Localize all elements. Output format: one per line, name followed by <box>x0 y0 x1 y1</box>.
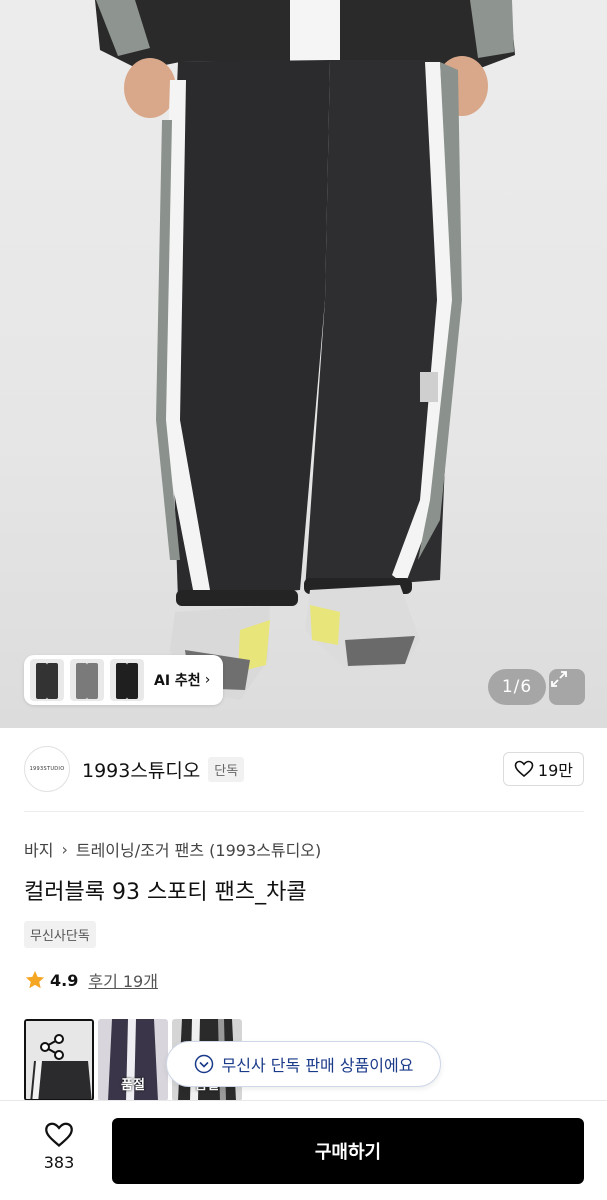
buy-button[interactable]: 구매하기 <box>112 1118 584 1184</box>
chevron-down-icon <box>194 1054 213 1074</box>
toast-text: 무신사 단독 판매 상품이에요 <box>221 1056 414 1075</box>
share-icon <box>40 1034 64 1060</box>
recommend-thumb[interactable] <box>30 659 64 701</box>
rating-row: 4.9 후기 19개 <box>24 968 158 992</box>
product-hero-image[interactable]: AI 추천 › 1/6 <box>0 0 607 728</box>
brand-logo[interactable]: 1993STUDIO <box>24 746 70 792</box>
review-link[interactable]: 후기 19개 <box>88 968 158 992</box>
ai-recommend-label: AI 추천 <box>154 673 201 689</box>
image-counter: 1/6 <box>488 669 546 705</box>
recommend-thumb[interactable] <box>110 659 144 701</box>
brand-like-count: 19만 <box>537 761 573 780</box>
brand-like-button[interactable]: 19만 <box>502 752 584 786</box>
ai-recommend-chip[interactable]: AI 추천 › <box>24 655 223 705</box>
option-label: 품절 <box>121 1078 145 1093</box>
share-button[interactable] <box>32 1027 72 1067</box>
breadcrumb: 바지 › 트레이닝/조거 팬츠 (1993스튜디오) <box>24 837 321 861</box>
divider <box>24 811 584 812</box>
product-title: 컬러블록 93 스포티 팬츠_차콜 <box>24 880 307 905</box>
exclusive-toast[interactable]: 무신사 단독 판매 상품이에요 <box>166 1041 441 1087</box>
exclusive-badge: 무신사단독 <box>24 921 96 948</box>
chevron-right-icon: › <box>61 839 68 859</box>
wishlist-count: 383 <box>43 1153 75 1172</box>
rating-value: 4.9 <box>50 970 79 990</box>
expand-button[interactable] <box>549 669 585 705</box>
brand-name[interactable]: 1993스튜디오 <box>82 756 200 783</box>
brand-exclusive-tag: 단독 <box>208 756 245 782</box>
heart-icon <box>45 1122 73 1147</box>
bottom-action-bar: 383 구매하기 <box>0 1100 607 1200</box>
wishlist-button[interactable]: 383 <box>24 1121 94 1172</box>
breadcrumb-item[interactable]: 바지 <box>24 837 53 861</box>
heart-icon <box>514 760 534 778</box>
brand-row: 1993STUDIO 1993스튜디오 단독 19만 <box>24 745 584 793</box>
recommend-thumb[interactable] <box>70 659 104 701</box>
product-photo <box>95 0 515 700</box>
expand-icon <box>551 671 567 687</box>
chevron-right-icon: › <box>204 672 211 688</box>
option-thumb[interactable]: 품절 <box>98 1019 168 1101</box>
star-icon <box>25 970 45 989</box>
breadcrumb-item[interactable]: 트레이닝/조거 팬츠 (1993스튜디오) <box>76 837 321 861</box>
